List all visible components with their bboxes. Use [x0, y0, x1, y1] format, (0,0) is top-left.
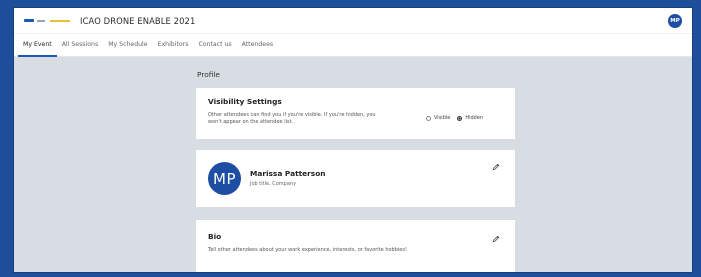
- app-title: ICAO DRONE ENABLE 2021: [80, 15, 196, 26]
- bio-title: Bio: [208, 232, 222, 241]
- event-logo[interactable]: [24, 19, 70, 22]
- hidden-radio[interactable]: [457, 115, 463, 121]
- user-avatar[interactable]: MP: [668, 13, 682, 28]
- bio-card: Bio Tell other attendees about your work…: [196, 220, 515, 272]
- edit-bio-button[interactable]: [491, 234, 501, 244]
- page-title: Profile: [197, 70, 220, 79]
- tab-my-event[interactable]: My Event: [18, 41, 57, 57]
- logo-stripe: [50, 19, 70, 22]
- profile-job-title: Job title, Company: [250, 181, 297, 187]
- pencil-icon: [492, 163, 500, 171]
- tab-contact-us[interactable]: Contact us: [193, 41, 236, 56]
- tab-all-sessions[interactable]: All Sessions: [57, 41, 103, 56]
- top-bar: ICAO DRONE ENABLE 2021 MP: [14, 8, 692, 34]
- edit-profile-button[interactable]: [491, 162, 501, 172]
- tab-exhibitors[interactable]: Exhibitors: [153, 41, 194, 56]
- tab-attendees[interactable]: Attendees: [237, 41, 278, 56]
- visibility-title: Visibility Settings: [208, 97, 282, 106]
- app-window: ICAO DRONE ENABLE 2021 MP My Event All S…: [14, 8, 692, 272]
- visibility-card: Visibility Settings Other attendees can …: [196, 88, 515, 139]
- visible-radio-label[interactable]: Visible: [434, 115, 450, 121]
- visible-radio[interactable]: [426, 115, 431, 121]
- profile-card: MP Marissa Patterson Job title, Company: [196, 150, 515, 207]
- hidden-radio-label[interactable]: Hidden: [465, 115, 483, 121]
- pencil-icon: [492, 235, 500, 243]
- visibility-radio-group: Visible Hidden: [426, 115, 490, 121]
- bio-placeholder: Tell other attendees about your work exp…: [208, 247, 407, 253]
- tab-my-schedule[interactable]: My Schedule: [103, 41, 152, 56]
- logo-mark: [24, 19, 34, 22]
- nav-tabs: My Event All Sessions My Schedule Exhibi…: [14, 34, 692, 57]
- profile-name: Marissa Patterson: [250, 169, 326, 178]
- visibility-description: Other attendees can find you if you're v…: [208, 112, 376, 125]
- logo-text: [37, 19, 45, 22]
- main-content: Profile Visibility Settings Other attend…: [14, 57, 692, 272]
- profile-avatar: MP: [208, 162, 241, 195]
